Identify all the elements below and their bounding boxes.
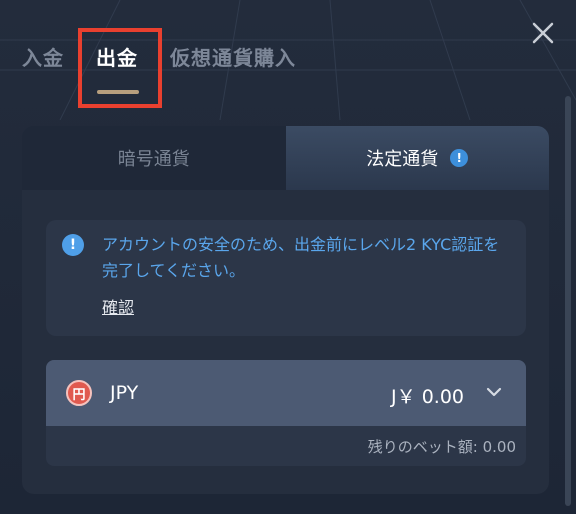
verify-link[interactable]: 確認	[102, 294, 134, 318]
highlight-box	[78, 28, 162, 108]
tab-crypto-label: 暗号通貨	[117, 149, 190, 170]
info-icon: !	[62, 234, 84, 256]
remaining-bet-amount: 残りのベット額: 0.00	[367, 438, 516, 456]
currency-type-tabs: 暗号通貨 法定通貨 !	[22, 126, 549, 190]
currency-code: JPY	[110, 382, 139, 404]
scrollbar[interactable]	[565, 96, 571, 506]
tab-deposit[interactable]: 入金	[22, 42, 64, 71]
tab-buy-crypto[interactable]: 仮想通貨購入	[170, 42, 296, 71]
tab-fiat[interactable]: 法定通貨 !	[285, 126, 549, 190]
currency-amount: J￥ 0.00	[391, 386, 464, 408]
tab-crypto[interactable]: 暗号通貨	[22, 126, 286, 190]
info-icon[interactable]: !	[450, 149, 469, 167]
currency-box: 円 JPY J￥ 0.00 残りのベット額: 0.00	[46, 360, 526, 466]
chevron-down-icon	[486, 387, 502, 397]
top-tab-bar: 入金 出金 仮想通貨購入	[0, 0, 576, 110]
yen-icon: 円	[66, 380, 92, 406]
withdraw-modal: 入金 出金 仮想通貨購入 暗号通貨 法定通貨 ! ! アカウントの安全のため、出…	[0, 0, 576, 514]
close-button[interactable]	[528, 18, 558, 48]
close-icon	[532, 22, 554, 44]
kyc-notice: ! アカウントの安全のため、出金前にレベル2 KYC認証を完了してください。 確…	[46, 220, 526, 336]
tab-fiat-label: 法定通貨	[366, 149, 439, 170]
currency-select[interactable]: 円 JPY J￥ 0.00	[46, 360, 526, 426]
kyc-notice-text: アカウントの安全のため、出金前にレベル2 KYC認証を完了してください。	[102, 235, 500, 280]
withdraw-panel: 暗号通貨 法定通貨 ! ! アカウントの安全のため、出金前にレベル2 KYC認証…	[22, 126, 549, 494]
